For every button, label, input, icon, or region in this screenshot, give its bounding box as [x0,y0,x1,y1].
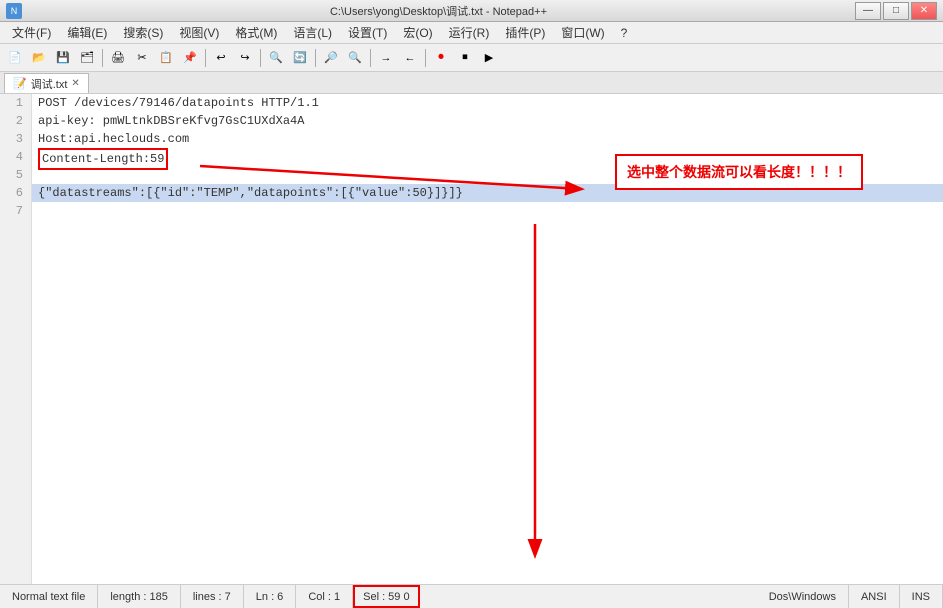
menubar: 文件(F) 编辑(E) 搜索(S) 视图(V) 格式(M) 语言(L) 设置(T… [0,22,943,44]
code-line-2: api-key: pmWLtnkDBSreKfvg7GsC1UXdXa4A [32,112,943,130]
zoom-in-button[interactable]: 🔎 [320,47,342,69]
line-num-7: 7 [0,202,27,220]
copy-button[interactable]: 📋 [155,47,177,69]
menu-search[interactable]: 搜索(S) [115,22,171,43]
tab-close-button[interactable]: ✕ [71,78,79,89]
menu-window[interactable]: 窗口(W) [553,22,612,43]
undo-button[interactable]: ↩ [210,47,232,69]
menu-run[interactable]: 运行(R) [441,22,498,43]
save-all-button[interactable]: 🗂 [76,47,98,69]
new-button[interactable]: 📄 [4,47,26,69]
replace-button[interactable]: 🔄 [289,47,311,69]
status-col: Col : 1 [296,585,353,608]
line-num-4: 4 [0,148,27,166]
status-ln: Ln : 6 [244,585,297,608]
menu-view[interactable]: 视图(V) [171,22,227,43]
print-button[interactable]: 🖨 [107,47,129,69]
open-button[interactable]: 📂 [28,47,50,69]
record-button[interactable]: ⏺ [430,47,452,69]
status-sel: Sel : 59 0 [353,585,420,608]
title-text: C:\Users\yong\Desktop\调试.txt - Notepad++ [22,3,855,19]
indent-button[interactable]: → [375,47,397,69]
menu-edit[interactable]: 编辑(E) [59,22,115,43]
play-button[interactable]: ▶ [478,47,500,69]
editor-area[interactable]: 1 2 3 4 5 6 7 POST /devices/79146/datapo… [0,94,943,584]
status-lines: lines : 7 [181,585,244,608]
menu-help[interactable]: ? [613,24,636,42]
tab-icon: 📝 [13,77,27,90]
line-num-3: 3 [0,130,27,148]
code-line-3: Host:api.heclouds.com [32,130,943,148]
menu-language[interactable]: 语言(L) [285,22,340,43]
menu-macro[interactable]: 宏(O) [395,22,440,43]
cut-button[interactable]: ✂ [131,47,153,69]
status-charset: ANSI [849,585,900,608]
toolbar: 📄 📂 💾 🗂 🖨 ✂ 📋 📌 ↩ ↪ 🔍 🔄 🔎 🔍 → ← ⏺ ⏹ ▶ [0,44,943,72]
statusbar: Normal text file length : 185 lines : 7 … [0,584,943,608]
paste-button[interactable]: 📌 [179,47,201,69]
app-icon: N [6,3,22,19]
stop-button[interactable]: ⏹ [454,47,476,69]
annotation-box: 选中整个数据流可以看长度！！！！ [615,154,863,190]
toolbar-sep-2 [205,49,206,67]
close-button[interactable]: ✕ [911,2,937,20]
status-sel-extra: 0 [403,591,409,603]
zoom-out-button[interactable]: 🔍 [344,47,366,69]
status-encoding: Dos\Windows [757,585,849,608]
toolbar-sep-3 [260,49,261,67]
titlebar: N C:\Users\yong\Desktop\调试.txt - Notepad… [0,0,943,22]
line-numbers: 1 2 3 4 5 6 7 [0,94,32,584]
maximize-button[interactable]: □ [883,2,909,20]
menu-format[interactable]: 格式(M) [227,22,285,43]
tab-debug[interactable]: 📝 调试.txt ✕ [4,73,89,93]
status-sel-label: Sel : 59 [363,591,400,603]
find-button[interactable]: 🔍 [265,47,287,69]
toolbar-sep-5 [370,49,371,67]
toolbar-sep-1 [102,49,103,67]
toolbar-sep-4 [315,49,316,67]
status-mode: INS [900,585,943,608]
status-length: length : 185 [98,585,181,608]
content-length-highlight: Content-Length:59 [38,148,168,170]
redo-button[interactable]: ↪ [234,47,256,69]
toolbar-sep-6 [425,49,426,67]
tab-label: 调试.txt [31,76,68,92]
save-button[interactable]: 💾 [52,47,74,69]
line-num-6: 6 [0,184,27,202]
code-line-7 [32,202,943,220]
outdent-button[interactable]: ← [399,47,421,69]
line-num-5: 5 [0,166,27,184]
menu-file[interactable]: 文件(F) [4,22,59,43]
code-line-1: POST /devices/79146/datapoints HTTP/1.1 [32,94,943,112]
status-filetype: Normal text file [0,585,98,608]
menu-settings[interactable]: 设置(T) [340,22,395,43]
menu-plugins[interactable]: 插件(P) [497,22,553,43]
window-controls: — □ ✕ [855,2,937,20]
line-num-2: 2 [0,112,27,130]
annotation-text: 选中整个数据流可以看长度！！！！ [627,164,851,180]
minimize-button[interactable]: — [855,2,881,20]
tabbar: 📝 调试.txt ✕ [0,72,943,94]
line-num-1: 1 [0,94,27,112]
